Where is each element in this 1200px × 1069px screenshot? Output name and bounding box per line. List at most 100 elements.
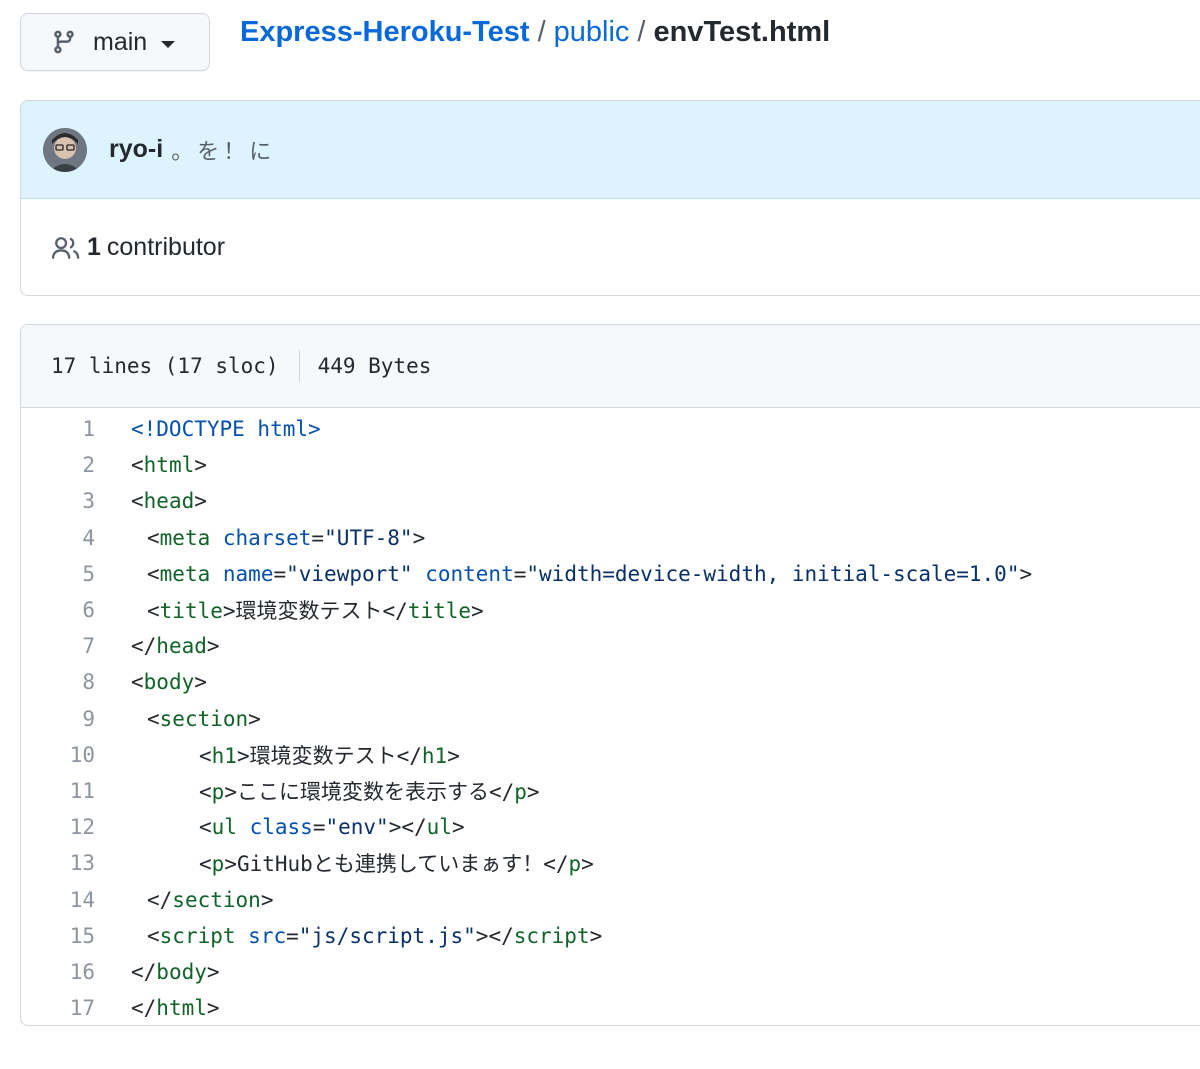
contributor-count: 1 — [87, 233, 101, 261]
code-token: </ — [147, 887, 173, 912]
code-token: h1 — [211, 743, 237, 768]
code-token: < — [199, 815, 212, 840]
file-size: 449 Bytes — [317, 354, 432, 378]
code-token: > — [206, 996, 220, 1021]
code-line: 12 <ul class="env"></ul> — [21, 809, 1200, 845]
line-number[interactable]: 14 — [21, 888, 95, 912]
code-line: 14 </section> — [21, 881, 1200, 917]
contributors-row[interactable]: 1 contributor — [21, 199, 1200, 295]
code-token: > — [412, 525, 426, 550]
code-line: 8 <body> — [21, 664, 1200, 700]
code-line: 13 <p>GitHubとも連携していまぁす！</p> — [21, 845, 1200, 881]
code-token: "width=device-width, initial-scale=1.0" — [526, 561, 1020, 586]
commit-message-link[interactable]: 。を！に — [171, 134, 275, 166]
line-number[interactable]: 5 — [21, 562, 95, 586]
code-token: p — [211, 852, 225, 877]
code-token: </ — [131, 996, 157, 1021]
line-number[interactable]: 1 — [21, 417, 95, 441]
code-token: ul — [211, 815, 237, 840]
line-number[interactable]: 16 — [21, 960, 95, 984]
code-token: < — [147, 923, 160, 948]
code-line: 6 <title>環境変数テスト</title> — [21, 592, 1200, 628]
code-token: > — [224, 779, 237, 804]
code-token: = — [312, 815, 326, 840]
git-branch-icon — [51, 29, 77, 55]
code-token: > — [222, 599, 236, 624]
code-token: = — [513, 561, 527, 586]
line-number[interactable]: 13 — [21, 851, 95, 875]
code-token: < — [131, 453, 144, 478]
line-number[interactable]: 9 — [21, 707, 95, 731]
line-number[interactable]: 2 — [21, 453, 95, 477]
code-token: > — [194, 453, 207, 478]
code-token: head — [156, 634, 207, 659]
code-token: 環境変数テスト — [249, 743, 397, 768]
code-token: ul — [426, 815, 452, 840]
code-token: > — [589, 923, 603, 948]
code-token: > — [526, 779, 540, 804]
code-token: < — [147, 706, 160, 731]
code-token: script — [513, 923, 590, 948]
code-token: < — [147, 599, 160, 624]
code-listing: 1 <!DOCTYPE html> 2 <html> 3 <head> 4 <m… — [21, 408, 1200, 1025]
code-token: section — [159, 706, 249, 731]
code-line: 9 <section> — [21, 701, 1200, 737]
breadcrumb-file-name: envTest.html — [653, 16, 831, 48]
people-icon — [51, 235, 81, 261]
code-token: = — [311, 525, 325, 550]
code-token: > — [206, 959, 220, 984]
line-number[interactable]: 12 — [21, 815, 95, 839]
latest-commit-box: ryo-i 。を！に 1 contributor — [20, 100, 1200, 296]
line-number[interactable]: 7 — [21, 634, 95, 658]
code-token: <!DOCTYPE html> — [131, 417, 321, 442]
code-token: > — [260, 887, 274, 912]
code-token: > — [475, 923, 489, 948]
line-number[interactable]: 4 — [21, 526, 95, 550]
chevron-down-icon — [161, 40, 176, 48]
breadcrumb-repo-link[interactable]: Express-Heroku-Test — [240, 16, 530, 49]
commit-author-link[interactable]: ryo-i — [109, 135, 163, 164]
code-token: p — [514, 779, 527, 804]
file-info-divider — [298, 350, 300, 382]
code-token: ここに環境変数を表示する — [236, 779, 489, 804]
line-number[interactable]: 6 — [21, 598, 95, 622]
file-line-count: 17 lines (17 sloc) — [51, 354, 279, 378]
line-number[interactable]: 10 — [21, 743, 95, 767]
code-token: "env" — [325, 815, 389, 840]
code-token: title — [159, 599, 223, 624]
code-token: < — [199, 779, 212, 804]
code-token: content — [425, 561, 514, 586]
code-token: class — [249, 815, 313, 840]
avatar[interactable] — [43, 127, 87, 172]
code-token: > — [581, 852, 594, 877]
branch-select-button[interactable]: main — [20, 13, 210, 71]
code-token: </ — [131, 959, 157, 984]
code-token: "viewport" — [286, 561, 413, 586]
code-token: < — [199, 852, 212, 877]
code-token: 環境変数テスト — [235, 599, 383, 624]
code-line: 3 <head> — [21, 483, 1200, 519]
code-token: GitHubとも連携していまぁす！ — [236, 852, 544, 877]
code-token: </ — [131, 634, 157, 659]
branch-name: main — [93, 27, 148, 56]
breadcrumb: Express-Heroku-Test / public / envTest.h… — [240, 16, 830, 49]
code-line: 10 <h1>環境変数テスト</h1> — [21, 737, 1200, 773]
breadcrumb-separator: / — [537, 16, 546, 48]
code-token: > — [194, 670, 207, 695]
line-number[interactable]: 17 — [21, 996, 95, 1020]
code-token: < — [147, 561, 160, 586]
code-token: name — [222, 561, 274, 586]
code-token: </ — [401, 815, 427, 840]
code-token: > — [447, 743, 460, 768]
code-line: 16 </body> — [21, 954, 1200, 990]
line-number[interactable]: 8 — [21, 670, 95, 694]
code-token: title — [407, 599, 472, 624]
line-number[interactable]: 11 — [21, 779, 95, 803]
line-number[interactable]: 3 — [21, 489, 95, 513]
code-token: p — [211, 779, 225, 804]
code-token: < — [199, 743, 212, 768]
code-token: script — [159, 923, 236, 948]
code-token: h1 — [421, 743, 448, 768]
line-number[interactable]: 15 — [21, 924, 95, 948]
breadcrumb-dir-link[interactable]: public — [554, 16, 630, 49]
